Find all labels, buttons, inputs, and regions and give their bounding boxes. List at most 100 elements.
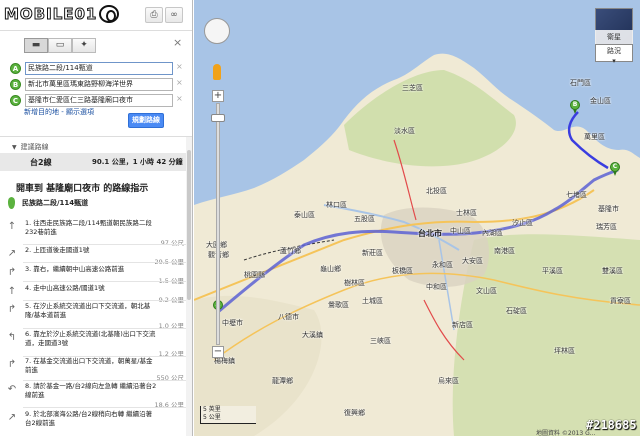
remove-icon[interactable]: × [176,78,183,87]
logo-text: MOBILE01 [3,5,98,24]
direction-step[interactable]: ↑ 4. 走中山高速公路/國道1號 9.2 公里 [6,284,188,304]
divider [0,30,192,31]
suggested-route-row[interactable]: 台2線 90.1 公里，1 小時 42 分鐘 [0,153,192,171]
marker-b-pin[interactable]: B [570,100,580,114]
exit-right-icon: ↱ [7,359,17,370]
place-label: 鶯歌區 [328,301,349,309]
add-destination-link[interactable]: 新增目的地 - 顯示選項 [24,107,94,117]
zoom-slider[interactable] [216,103,220,345]
divider [23,244,188,245]
start-location[interactable]: 民族路二段/114甄道 [8,197,188,211]
step-text: 4. 走中山高速公路/國道1號 [25,284,105,292]
step-text: 3. 靠右，繼續朝中山高速公路前進 [25,265,125,273]
exit-left-icon: ↰ [7,332,17,343]
scale-bar: 5 英里 5 公里 [200,406,256,424]
direction-step[interactable]: ↱ 3. 靠右，繼續朝中山高速公路前進 1.5 公里 [6,265,188,285]
place-label: 中和區 [426,283,447,291]
chevron-down-icon: ▾ [612,57,616,65]
place-label: 板橋區 [392,267,413,275]
direction-step[interactable]: ↱ 7. 在基金交流道出口下交流道，朝萬星/基金前進 550 公尺 [6,357,188,382]
remove-icon[interactable]: × [176,94,183,103]
divider [0,136,192,137]
direction-step[interactable]: ↶ 8. 請於基金一路/台2線向左急轉 繼續沿著台2線前進 18.6 公里 [6,382,188,409]
place-label: 泰山區 [294,211,315,219]
place-label: 七堵區 [566,191,587,199]
marker-b-icon: B [10,79,21,90]
zoom-in-button[interactable]: + [212,90,224,102]
step-text: 5. 在汐止系統交流道出口下交流道，朝北基隆/基本道前進 [25,302,151,319]
step-text: 8. 請於基金一路/台2線向左急轉 繼續沿著台2線前進 [25,382,157,399]
place-label: 文山區 [476,287,497,295]
logo-eye-icon [99,5,120,23]
direction-step[interactable]: ↰ 6. 靠左於汐止系統交流道(北基隆)出口下交流道，走國道3號 1.2 公里 [6,330,188,358]
place-label: 萬里區 [584,133,605,141]
divider [23,407,188,408]
direction-step[interactable]: ↗ 9. 於北部濱海公路/台2線稍向右轉 繼續沿著台2線前進 [6,410,188,432]
place-label: 龍潭鄉 [272,377,293,385]
satellite-label[interactable]: 衛星 [595,30,633,44]
place-label: 新店區 [452,321,473,329]
place-label-major: 台北市 [418,229,442,238]
suggested-routes-heading[interactable]: ▼ 建議路線 [12,142,49,152]
link-button[interactable]: ∞ [165,7,183,23]
zoom-out-button[interactable]: − [212,346,224,358]
scale-miles: 5 英里 [203,406,221,413]
walk-mode-button[interactable]: ✦ [72,38,96,53]
place-label: 平溪區 [542,267,563,275]
place-label: 北投區 [426,187,447,195]
place-label: 樹林區 [344,279,365,287]
place-label: 新莊區 [362,249,383,257]
divider [23,380,188,381]
zoom-slider-handle[interactable] [211,114,225,122]
traffic-dropdown[interactable]: 路況 ▾ [595,44,633,65]
traffic-label: 路況 [607,47,621,55]
place-label: 石碇區 [506,307,527,315]
waypoint-a: A 民族路二段/114甄道 × [10,62,183,76]
remove-icon[interactable]: × [176,62,183,71]
place-label: 五股區 [354,215,375,223]
place-label: 土城區 [362,297,383,305]
scale-km: 5 公里 [203,414,221,421]
car-mode-button[interactable]: ▬ [24,38,48,53]
marker-a-icon: A [10,63,21,74]
destination-input[interactable]: 基隆市仁愛區仁三路基隆廟口夜市 [25,94,173,107]
step-text: 9. 於北部濱海公路/台2線稍向右轉 繼續沿著台2線前進 [25,410,153,427]
link-icon: ∞ [170,10,178,20]
divider [23,328,188,329]
place-label: 中山區 [450,227,471,235]
place-label: 蘆竹鄉 [280,247,301,255]
place-label: 內湖區 [482,229,503,237]
step-text: 1. 往西走民族路二段/114甄道朝民族路二段232巷前進 [25,219,152,236]
place-label: 永和區 [432,261,453,269]
waypoint-b: B 新北市萬里區瑪東路野柳海洋世界 × [10,78,183,92]
map-canvas[interactable]: 石門區 金山區 萬里區 淡水區 三芝區 北投區 士林區 七堵區 汐止區 林口區 … [194,0,640,436]
origin-input[interactable]: 民族路二段/114甄道 [25,62,173,75]
transit-mode-button[interactable]: ▭ [48,38,72,53]
bus-icon: ▭ [55,40,65,50]
place-label: 汐止區 [512,219,533,227]
direction-step[interactable]: ↑ 1. 往西走民族路二段/114甄道朝民族路二段232巷前進 97 公尺 [6,219,188,247]
print-button[interactable]: ⎙ [145,7,163,23]
step-text: 7. 在基金交流道出口下交流道，朝萬星/基金前進 [25,357,153,374]
divider [23,262,188,263]
exit-right-icon: ↱ [7,304,17,315]
place-label: 中壢市 [222,319,243,327]
place-label: 三芝區 [402,84,423,92]
get-directions-button[interactable]: 規劃路線 [128,113,164,128]
direction-step[interactable]: ↱ 5. 在汐止系統交流道出口下交流道，朝北基隆/基本道前進 1.0 公里 [6,302,188,330]
marker-c-pin[interactable]: C [610,162,620,176]
pegman-icon[interactable] [213,64,221,80]
divider [23,300,188,301]
suggested-routes-label: 建議路線 [20,143,49,151]
triangle-down-icon: ▼ [12,144,17,151]
scrollbar-thumb[interactable] [187,150,191,300]
start-label: 民族路二段/114甄道 [22,199,89,207]
pan-control[interactable] [204,18,230,44]
place-label: 復興鄉 [344,409,365,417]
waypoint-input[interactable]: 新北市萬里區瑪東路野柳海洋世界 [25,78,173,91]
route-name: 台2線 [30,158,52,167]
sharp-left-icon: ↶ [7,384,17,395]
close-icon[interactable]: × [173,36,182,49]
divider [23,281,188,282]
direction-step[interactable]: ↗ 2. 上匝道後走國道1號 29.5 公里 [6,246,188,266]
